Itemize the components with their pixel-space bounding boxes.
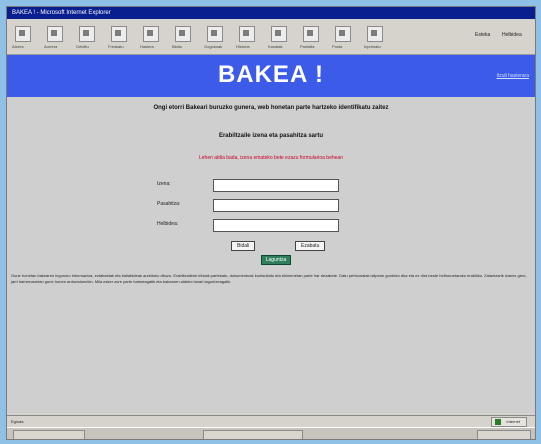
window-title: BAKEA ! - Microsoft Internet Explorer bbox=[7, 7, 535, 19]
taskbar bbox=[7, 427, 535, 439]
registration-notice: Lehen aldia bada, izena emateko bete eza… bbox=[199, 155, 343, 161]
welcome-text: Ongi etorri Bakeari buruzko gunera, web … bbox=[153, 105, 389, 111]
toolbar-label-mail: Posta bbox=[332, 44, 343, 49]
toolbar-label-fullscreen: Pantaila bbox=[300, 44, 315, 49]
helbidea-input[interactable] bbox=[213, 219, 339, 232]
history-icon[interactable] bbox=[239, 26, 255, 42]
stop-icon[interactable] bbox=[79, 26, 95, 42]
site-title: BAKEA ! bbox=[217, 61, 325, 88]
back-icon[interactable] bbox=[15, 26, 31, 42]
field-label-pasahitza: Pasahitza: bbox=[157, 201, 181, 207]
home-link[interactable]: Itzuli hasierara bbox=[496, 73, 529, 79]
info-paragraph: Gune honetan bakearen inguruko informazi… bbox=[11, 273, 527, 284]
site-banner: BAKEA ! Itzuli hasierara bbox=[7, 55, 535, 97]
toolbar-label-favorites: Gogokoak bbox=[204, 44, 223, 49]
browser-window: BAKEA ! - Microsoft Internet Explorer At… bbox=[6, 6, 536, 440]
field-label-helbidea: Helbidea: bbox=[157, 221, 179, 227]
home-icon[interactable] bbox=[143, 26, 159, 42]
status-bar: Eginda Internet bbox=[7, 415, 535, 427]
toolbar-link-helbidea[interactable]: Helbidea bbox=[502, 32, 522, 38]
toolbar-label-home: Hasiera bbox=[140, 44, 154, 49]
toolbar-link-esteka[interactable]: Esteka bbox=[475, 32, 490, 38]
submit-button[interactable]: Bidali bbox=[231, 241, 256, 251]
toolbar-label-history: Historia bbox=[236, 44, 250, 49]
search-icon[interactable] bbox=[175, 26, 191, 42]
page-content: Ongi etorri Bakeari buruzko gunera, web … bbox=[7, 97, 535, 413]
pasahitza-input[interactable] bbox=[213, 199, 339, 212]
globe-icon bbox=[495, 419, 502, 425]
taskbar-tray bbox=[477, 430, 531, 439]
toolbar-label-stop: Gelditu bbox=[76, 44, 89, 49]
security-zone: Internet bbox=[491, 417, 527, 427]
print-icon[interactable] bbox=[367, 26, 383, 42]
toolbar-label-search: Bilatu bbox=[172, 44, 183, 49]
browser-toolbar: Atzera Aurrera Gelditu Freskatu Hasiera … bbox=[7, 20, 535, 55]
channels-icon[interactable] bbox=[271, 26, 287, 42]
refresh-icon[interactable] bbox=[111, 26, 127, 42]
mail-icon[interactable] bbox=[335, 26, 351, 42]
reset-button[interactable]: Ezabatu bbox=[295, 241, 326, 251]
status-text: Eginda bbox=[11, 419, 24, 424]
fullscreen-icon[interactable] bbox=[303, 26, 319, 42]
field-label-izena: Izena: bbox=[157, 181, 171, 187]
zone-label: Internet bbox=[506, 419, 520, 424]
help-button[interactable]: Laguntza bbox=[261, 255, 291, 265]
toolbar-label-refresh: Freskatu bbox=[108, 44, 124, 49]
favorites-icon[interactable] bbox=[207, 26, 223, 42]
toolbar-label-forward: Aurrera bbox=[44, 44, 58, 49]
toolbar-label-back: Atzera bbox=[12, 44, 24, 49]
taskbar-window-button[interactable] bbox=[203, 430, 303, 439]
toolbar-label-print: Inprimatu bbox=[364, 44, 381, 49]
toolbar-label-channels: Kanalak bbox=[268, 44, 283, 49]
taskbar-start-button[interactable] bbox=[13, 430, 85, 439]
izena-input[interactable] bbox=[213, 179, 339, 192]
forward-icon[interactable] bbox=[47, 26, 63, 42]
login-instruction: Erabiltzaile izena eta pasahitza sartu bbox=[218, 133, 324, 139]
